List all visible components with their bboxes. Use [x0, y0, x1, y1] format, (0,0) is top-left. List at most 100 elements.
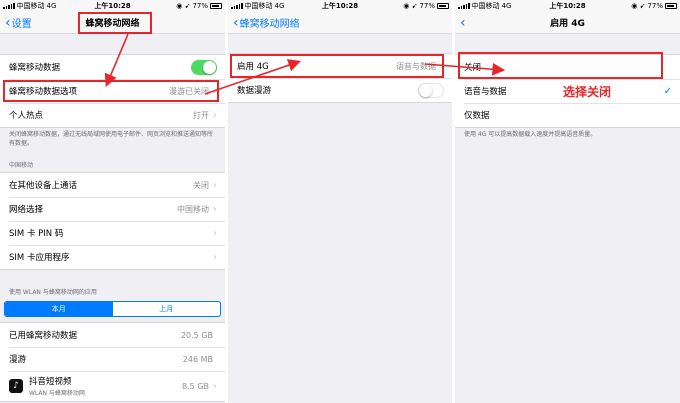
row-label: 蜂窝移动数据: [9, 63, 61, 73]
clock: 上午10:28: [321, 2, 359, 10]
back-button[interactable]: ‹ 设置: [0, 14, 32, 31]
personal-hotspot-row[interactable]: 个人热点 打开 ›: [0, 103, 225, 127]
option-off[interactable]: 关闭: [455, 55, 680, 79]
row-value: 中国移动: [177, 204, 209, 214]
segment-this-month[interactable]: 本月: [5, 302, 113, 316]
sim-pin-row[interactable]: SIM 卡 PIN 码 ›: [0, 221, 225, 245]
row-label: 启用 4G: [237, 62, 269, 72]
cellular-used-row: 已用蜂窝移动数据 20.5 GB: [0, 323, 225, 347]
status-bar: 中国移动 4G 上午10:28 ◉ ➹ 77%: [0, 0, 225, 12]
battery-percent: 77%: [192, 2, 208, 10]
row-value: 打开: [193, 110, 209, 120]
page-title: 启用 4G: [550, 19, 585, 29]
chevron-left-icon: ‹: [460, 14, 466, 31]
cellular-settings-screen: 中国移动 4G 上午10:28 ◉ ➹ 77% ‹ 设置 蜂窝移动网络 蜂窝移动…: [0, 0, 225, 403]
4g-footnote: 使用 4G 可以提高数据载入速度并提高语音质量。: [464, 131, 597, 138]
row-value: 关闭: [193, 180, 209, 190]
page-title: 蜂窝移动网络: [85, 19, 140, 29]
row-value: 漫游已关闭: [169, 86, 209, 96]
row-value: 246 MB: [182, 354, 213, 364]
battery-icon: [210, 3, 222, 9]
row-label: SIM 卡应用程序: [9, 253, 70, 263]
navigation-bar: ‹ 设置 蜂窝移动网络: [0, 12, 225, 34]
sim-apps-row[interactable]: SIM 卡应用程序 ›: [0, 245, 225, 269]
network-label: 4G: [501, 2, 512, 10]
row-label: 网络选择: [9, 205, 44, 215]
cellular-data-row[interactable]: 蜂窝移动数据: [0, 55, 225, 79]
segment-last-month[interactable]: 上月: [113, 302, 221, 316]
clock: 上午10:28: [94, 2, 131, 10]
clock: 上午10:28: [549, 2, 586, 10]
data-roaming-row[interactable]: 数据漫游: [228, 78, 452, 102]
signal-icon: [458, 3, 470, 9]
location-icon: ◉ ➹: [176, 2, 191, 10]
chevron-right-icon: ›: [213, 251, 217, 263]
checkmark-icon: ✓: [663, 85, 672, 97]
battery-percent: 77%: [419, 2, 436, 10]
row-value: 语音与数据: [396, 61, 436, 71]
chevron-left-icon: ‹: [233, 14, 239, 31]
battery-percent: 77%: [647, 2, 663, 10]
battery-icon: [665, 3, 677, 9]
row-label: 蜂窝移动数据选项: [9, 87, 78, 97]
row-label: 漫游: [9, 355, 27, 365]
navigation-bar: ‹ 启用 4G: [455, 12, 680, 34]
network-selection-row[interactable]: 网络选择 中国移动 ›: [0, 197, 225, 221]
carrier-group: 在其他设备上通话 关闭 › 网络选择 中国移动 › SIM 卡 PIN 码 › …: [0, 172, 225, 270]
chevron-right-icon: ›: [440, 60, 444, 72]
navigation-bar: ‹ 蜂窝移动网络: [228, 12, 452, 34]
data-roaming-toggle[interactable]: [418, 82, 444, 98]
battery-icon: [437, 3, 450, 9]
row-label: 在其他设备上通话: [9, 181, 78, 191]
chevron-right-icon: ›: [213, 85, 217, 97]
chevron-left-icon: ‹: [5, 14, 11, 31]
period-segmented-control: 本月 上月: [4, 301, 221, 317]
app-subtitle: WLAN 与蜂窝移动网: [29, 390, 85, 397]
option-label: 关闭: [464, 63, 482, 73]
row-label: 数据漫游: [237, 86, 272, 96]
app-usage-row[interactable]: ♪ 抖音短视频 WLAN 与蜂窝移动网 8.5 GB ›: [0, 371, 225, 401]
cellular-footnote: 关闭蜂窝移动数据，通过无线局域网使用电子邮件、网页浏览和推送通知等所有数据。: [9, 131, 214, 147]
chevron-right-icon: ›: [213, 380, 217, 392]
option-label: 仅数据: [464, 111, 490, 121]
cellular-data-options-row[interactable]: 蜂窝移动数据选项 漫游已关闭 ›: [0, 79, 225, 103]
app-name: 抖音短视频: [29, 377, 72, 387]
chevron-right-icon: ›: [213, 179, 217, 191]
back-label: 蜂窝移动网络: [239, 19, 300, 30]
app-size: 8.5 GB: [182, 381, 209, 391]
row-value: 20.5 GB: [180, 330, 213, 340]
row-label: 已用蜂窝移动数据: [9, 331, 78, 341]
usage-group: 已用蜂窝移动数据 20.5 GB 漫游 246 MB ♪ 抖音短视频 WLAN …: [0, 322, 225, 402]
chevron-right-icon: ›: [213, 203, 217, 215]
carrier-label: 中国移动: [471, 2, 500, 10]
back-label: 设置: [11, 19, 32, 30]
status-bar: 中国移动 4G 上午10:28 ◉ ➹ 77%: [228, 0, 452, 12]
option-data-only[interactable]: 仅数据: [455, 103, 680, 127]
status-bar: 中国移动 4G 上午10:28 ◉ ➹ 77%: [455, 0, 680, 12]
row-label: 个人热点: [9, 111, 44, 121]
calls-other-devices-row[interactable]: 在其他设备上通话 关闭 ›: [0, 173, 225, 197]
carrier-section-header: 中国移动: [9, 162, 34, 169]
cellular-data-toggle[interactable]: [191, 59, 217, 75]
location-icon: ◉ ➹: [403, 2, 418, 10]
tiktok-app-icon: ♪: [9, 379, 23, 393]
row-label: SIM 卡 PIN 码: [9, 229, 64, 239]
cellular-group: 蜂窝移动数据 蜂窝移动数据选项 漫游已关闭 › 个人热点 打开 ›: [0, 54, 225, 128]
signal-icon: [231, 3, 243, 9]
back-button[interactable]: ‹: [455, 16, 467, 30]
enable-4g-screen: 中国移动 4G 上午10:28 ◉ ➹ 77% ‹ 启用 4G 关闭 语音与数据…: [455, 0, 680, 403]
signal-icon: [3, 3, 15, 9]
usage-section-header: 使用 WLAN 与蜂窝移动网的应用: [9, 289, 97, 296]
carrier-label: 中国移动: [244, 2, 273, 10]
back-button[interactable]: ‹ 蜂窝移动网络: [228, 14, 300, 31]
select-close-annotation: 选择关闭: [563, 85, 612, 99]
network-label: 4G: [46, 2, 57, 10]
chevron-right-icon: ›: [213, 227, 217, 239]
options-group: 启用 4G 语音与数据 › 数据漫游: [228, 53, 452, 103]
chevron-right-icon: ›: [213, 109, 217, 121]
network-label: 4G: [274, 2, 285, 10]
location-icon: ◉ ➹: [631, 2, 646, 10]
roaming-usage-row: 漫游 246 MB: [0, 347, 225, 371]
enable-4g-row[interactable]: 启用 4G 语音与数据 ›: [228, 54, 452, 78]
carrier-label: 中国移动: [16, 2, 45, 10]
